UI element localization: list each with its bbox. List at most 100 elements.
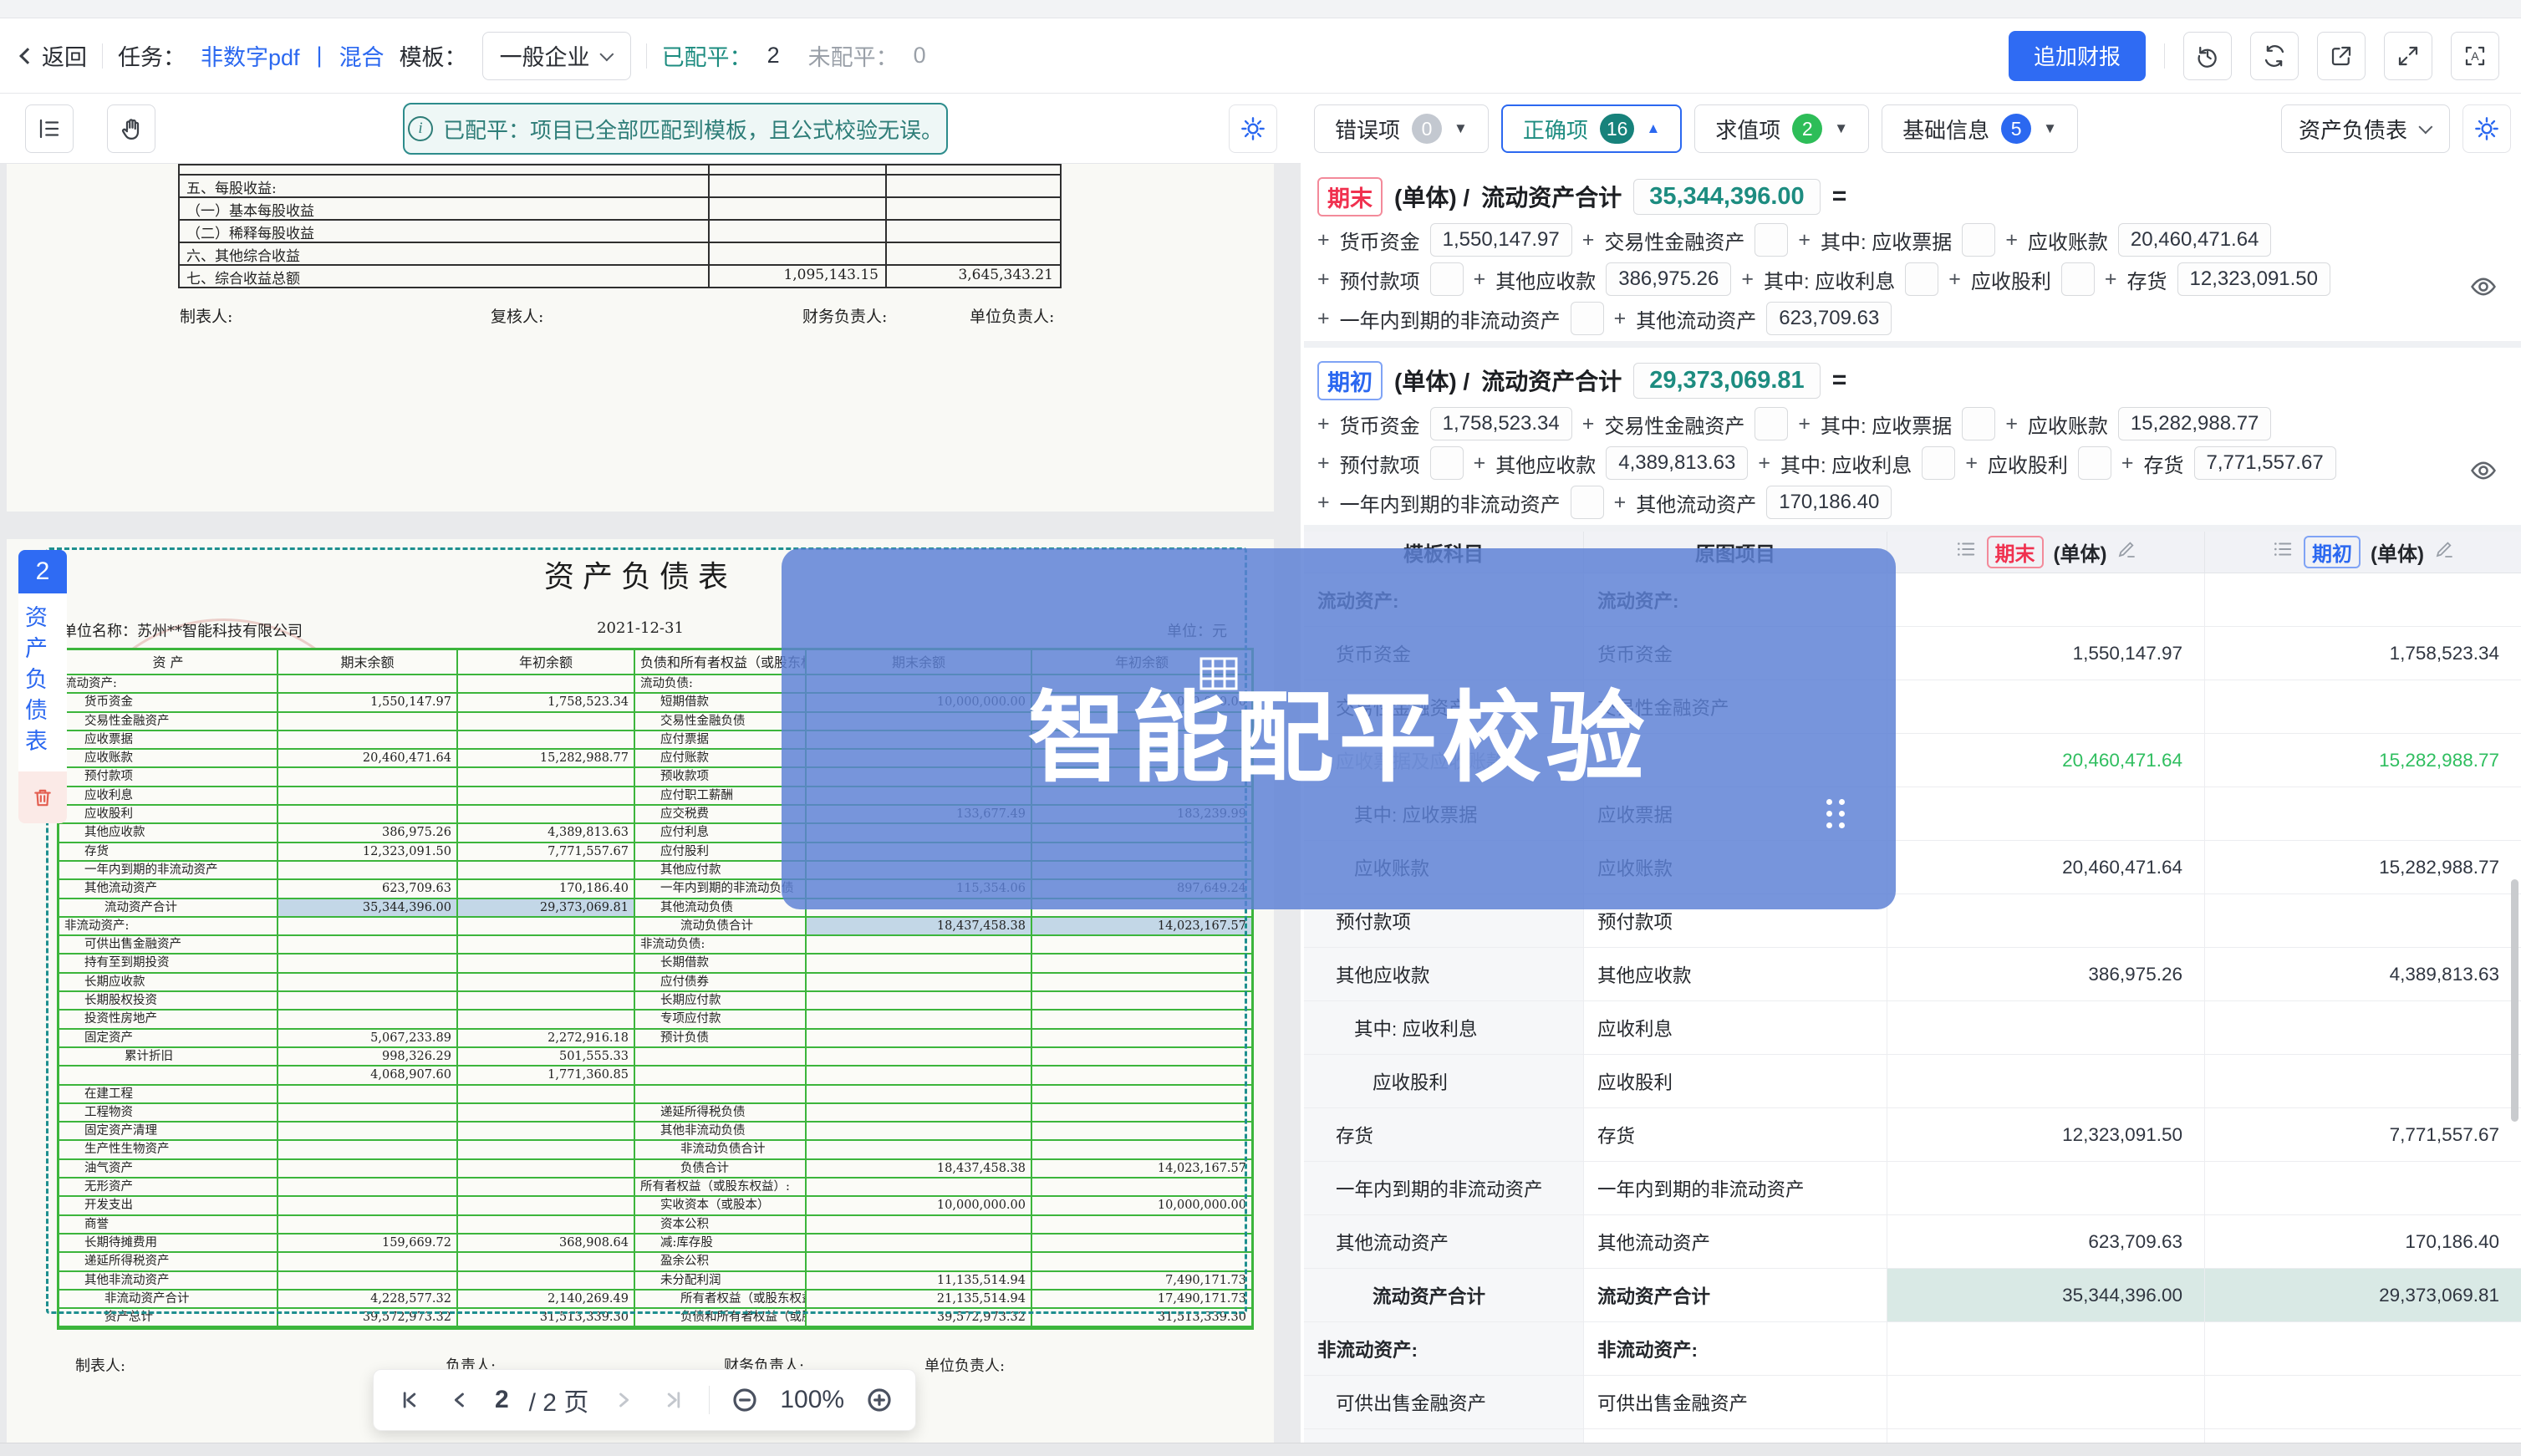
eye-icon[interactable]	[2461, 264, 2506, 309]
ending-value-cell[interactable]: 386,975.26	[1887, 948, 2205, 1000]
term-value-box[interactable]: 1,758,523.34	[1430, 407, 1572, 440]
table-row[interactable]: 应收股利应收股利	[1304, 1055, 2521, 1108]
term-value-box[interactable]: 170,186.40	[1766, 486, 1892, 519]
ending-value-cell[interactable]: 1,550,147.97	[1887, 627, 2205, 680]
term-value-box[interactable]	[1755, 223, 1788, 257]
ending-value-cell[interactable]: 35,344,396.00	[1887, 1269, 2205, 1321]
zoom-in-icon[interactable]	[864, 1385, 894, 1415]
eye-icon[interactable]	[2461, 448, 2506, 493]
panel-settings-gear-icon[interactable]	[2462, 104, 2511, 153]
term-value-box[interactable]: 4,389,813.63	[1606, 446, 1748, 480]
ending-value-cell[interactable]: 20,460,471.64	[1887, 734, 2205, 787]
term-value-box[interactable]	[1962, 407, 1995, 440]
term-value-box[interactable]	[1962, 223, 1995, 257]
beginning-value-cell[interactable]: 7,771,557.67	[2205, 1108, 2521, 1161]
outline-icon[interactable]	[25, 104, 74, 153]
term-value-box[interactable]	[1922, 446, 1955, 480]
table-row[interactable]: 流动资产合计流动资产合计35,344,396.0029,373,069.81	[1304, 1269, 2521, 1322]
term-value-box[interactable]: 623,709.63	[1766, 302, 1892, 335]
task-mode-link[interactable]: 混合	[339, 39, 385, 72]
term-value-box[interactable]: 7,771,557.67	[2194, 446, 2336, 480]
term-value-box[interactable]	[2061, 262, 2095, 296]
term-value-box[interactable]: 386,975.26	[1606, 262, 1731, 296]
refresh-icon[interactable]	[2250, 32, 2299, 80]
term-value-box[interactable]	[1571, 302, 1604, 335]
sheet-type-select[interactable]: 资产负债表	[2281, 104, 2450, 153]
tab-correct-items[interactable]: 正确项 16 ▲	[1501, 104, 1682, 153]
last-page-icon[interactable]	[659, 1385, 689, 1415]
ending-value-cell[interactable]	[1887, 1162, 2205, 1214]
edit-pencil-icon[interactable]	[2434, 539, 2454, 565]
drag-handle[interactable]	[1826, 799, 1846, 828]
export-icon[interactable]	[2317, 32, 2366, 80]
ending-value-cell[interactable]	[1887, 894, 2205, 947]
table-row[interactable]: 存货存货12,323,091.507,771,557.67	[1304, 1108, 2521, 1162]
vertical-scrollbar[interactable]	[2511, 879, 2518, 1122]
term-value-box[interactable]: 15,282,988.77	[2118, 407, 2271, 440]
term-value-box[interactable]	[1430, 446, 1464, 480]
beginning-value-cell[interactable]	[2205, 894, 2521, 947]
ending-value-cell[interactable]	[1887, 680, 2205, 733]
ending-value-cell[interactable]	[1887, 787, 2205, 840]
prev-page-icon[interactable]	[445, 1385, 475, 1415]
beginning-value-cell[interactable]: 29,373,069.81	[2205, 1269, 2521, 1321]
current-page[interactable]: 2	[495, 1386, 509, 1414]
match-settings-gear-icon[interactable]	[1229, 104, 1277, 153]
beginning-value-cell[interactable]: 4,389,813.63	[2205, 948, 2521, 1000]
edit-pencil-icon[interactable]	[2116, 539, 2136, 565]
beginning-value-cell[interactable]	[2205, 573, 2521, 626]
beginning-value-cell[interactable]	[2205, 1322, 2521, 1375]
tab-evaluated-items[interactable]: 求值项 2 ▼	[1694, 104, 1869, 153]
term-value-box[interactable]	[2078, 446, 2111, 480]
list-icon[interactable]	[1955, 538, 1977, 566]
zoom-out-icon[interactable]	[730, 1385, 760, 1415]
history-icon[interactable]	[2183, 32, 2232, 80]
beginning-value-cell[interactable]	[2205, 1162, 2521, 1214]
table-row[interactable]: 其他应收款其他应收款386,975.264,389,813.63	[1304, 948, 2521, 1001]
ending-value-cell[interactable]	[1887, 1376, 2205, 1428]
delete-sheet-button[interactable]	[18, 771, 67, 823]
ending-value-cell[interactable]	[1887, 1322, 2205, 1375]
ending-value-cell[interactable]: 623,709.63	[1887, 1215, 2205, 1268]
next-page-icon[interactable]	[609, 1385, 639, 1415]
beginning-value-cell[interactable]: 15,282,988.77	[2205, 841, 2521, 893]
table-row[interactable]: 可供出售金融资产可供出售金融资产	[1304, 1376, 2521, 1429]
list-icon[interactable]	[2272, 538, 2294, 566]
first-page-icon[interactable]	[395, 1385, 425, 1415]
text-recognize-icon[interactable]: A	[2451, 32, 2499, 80]
table-row[interactable]: 一年内到期的非流动资产一年内到期的非流动资产	[1304, 1162, 2521, 1215]
ending-value-cell[interactable]	[1887, 1055, 2205, 1107]
ending-value-cell[interactable]	[1887, 573, 2205, 626]
beginning-value-cell[interactable]	[2205, 787, 2521, 840]
term-value-box[interactable]: 20,460,471.64	[2118, 223, 2271, 257]
beginning-value-cell[interactable]	[2205, 680, 2521, 733]
hand-icon[interactable]	[107, 104, 155, 153]
bottom-scrollbar-strip[interactable]	[0, 1443, 2521, 1456]
beginning-value-cell[interactable]	[2205, 1376, 2521, 1428]
term-value-box[interactable]	[1571, 486, 1604, 519]
tab-error-items[interactable]: 错误项 0 ▼	[1314, 104, 1489, 153]
sheet-side-tab[interactable]: 2 资产负债表	[18, 550, 67, 823]
tab-basic-info[interactable]: 基础信息 5 ▼	[1882, 104, 2078, 153]
term-value-box[interactable]: 1,550,147.97	[1430, 223, 1572, 257]
template-select[interactable]: 一般企业	[482, 32, 631, 80]
table-row[interactable]: 其他流动资产其他流动资产623,709.63170,186.40	[1304, 1215, 2521, 1269]
term-value-box[interactable]: 12,323,091.50	[2177, 262, 2330, 296]
fullscreen-icon[interactable]	[2384, 32, 2432, 80]
formula-total-value[interactable]: 29,373,069.81	[1633, 363, 1820, 399]
table-row[interactable]: 其中: 应收利息应收利息	[1304, 1001, 2521, 1055]
beginning-value-cell[interactable]	[2205, 1001, 2521, 1054]
back-button[interactable]: 返回	[22, 39, 87, 72]
beginning-value-cell[interactable]: 170,186.40	[2205, 1215, 2521, 1268]
ending-value-cell[interactable]: 12,323,091.50	[1887, 1108, 2205, 1161]
beginning-value-cell[interactable]	[2205, 1055, 2521, 1107]
term-value-box[interactable]	[1430, 262, 1464, 296]
table-row[interactable]: 非流动资产:非流动资产:	[1304, 1322, 2521, 1376]
ending-value-cell[interactable]: 20,460,471.64	[1887, 841, 2205, 893]
beginning-value-cell[interactable]: 15,282,988.77	[2205, 734, 2521, 787]
task-name-link[interactable]: 非数字pdf	[201, 39, 300, 72]
formula-total-value[interactable]: 35,344,396.00	[1633, 179, 1820, 215]
term-value-box[interactable]	[1905, 262, 1938, 296]
ending-value-cell[interactable]	[1887, 1001, 2205, 1054]
beginning-value-cell[interactable]: 1,758,523.34	[2205, 627, 2521, 680]
